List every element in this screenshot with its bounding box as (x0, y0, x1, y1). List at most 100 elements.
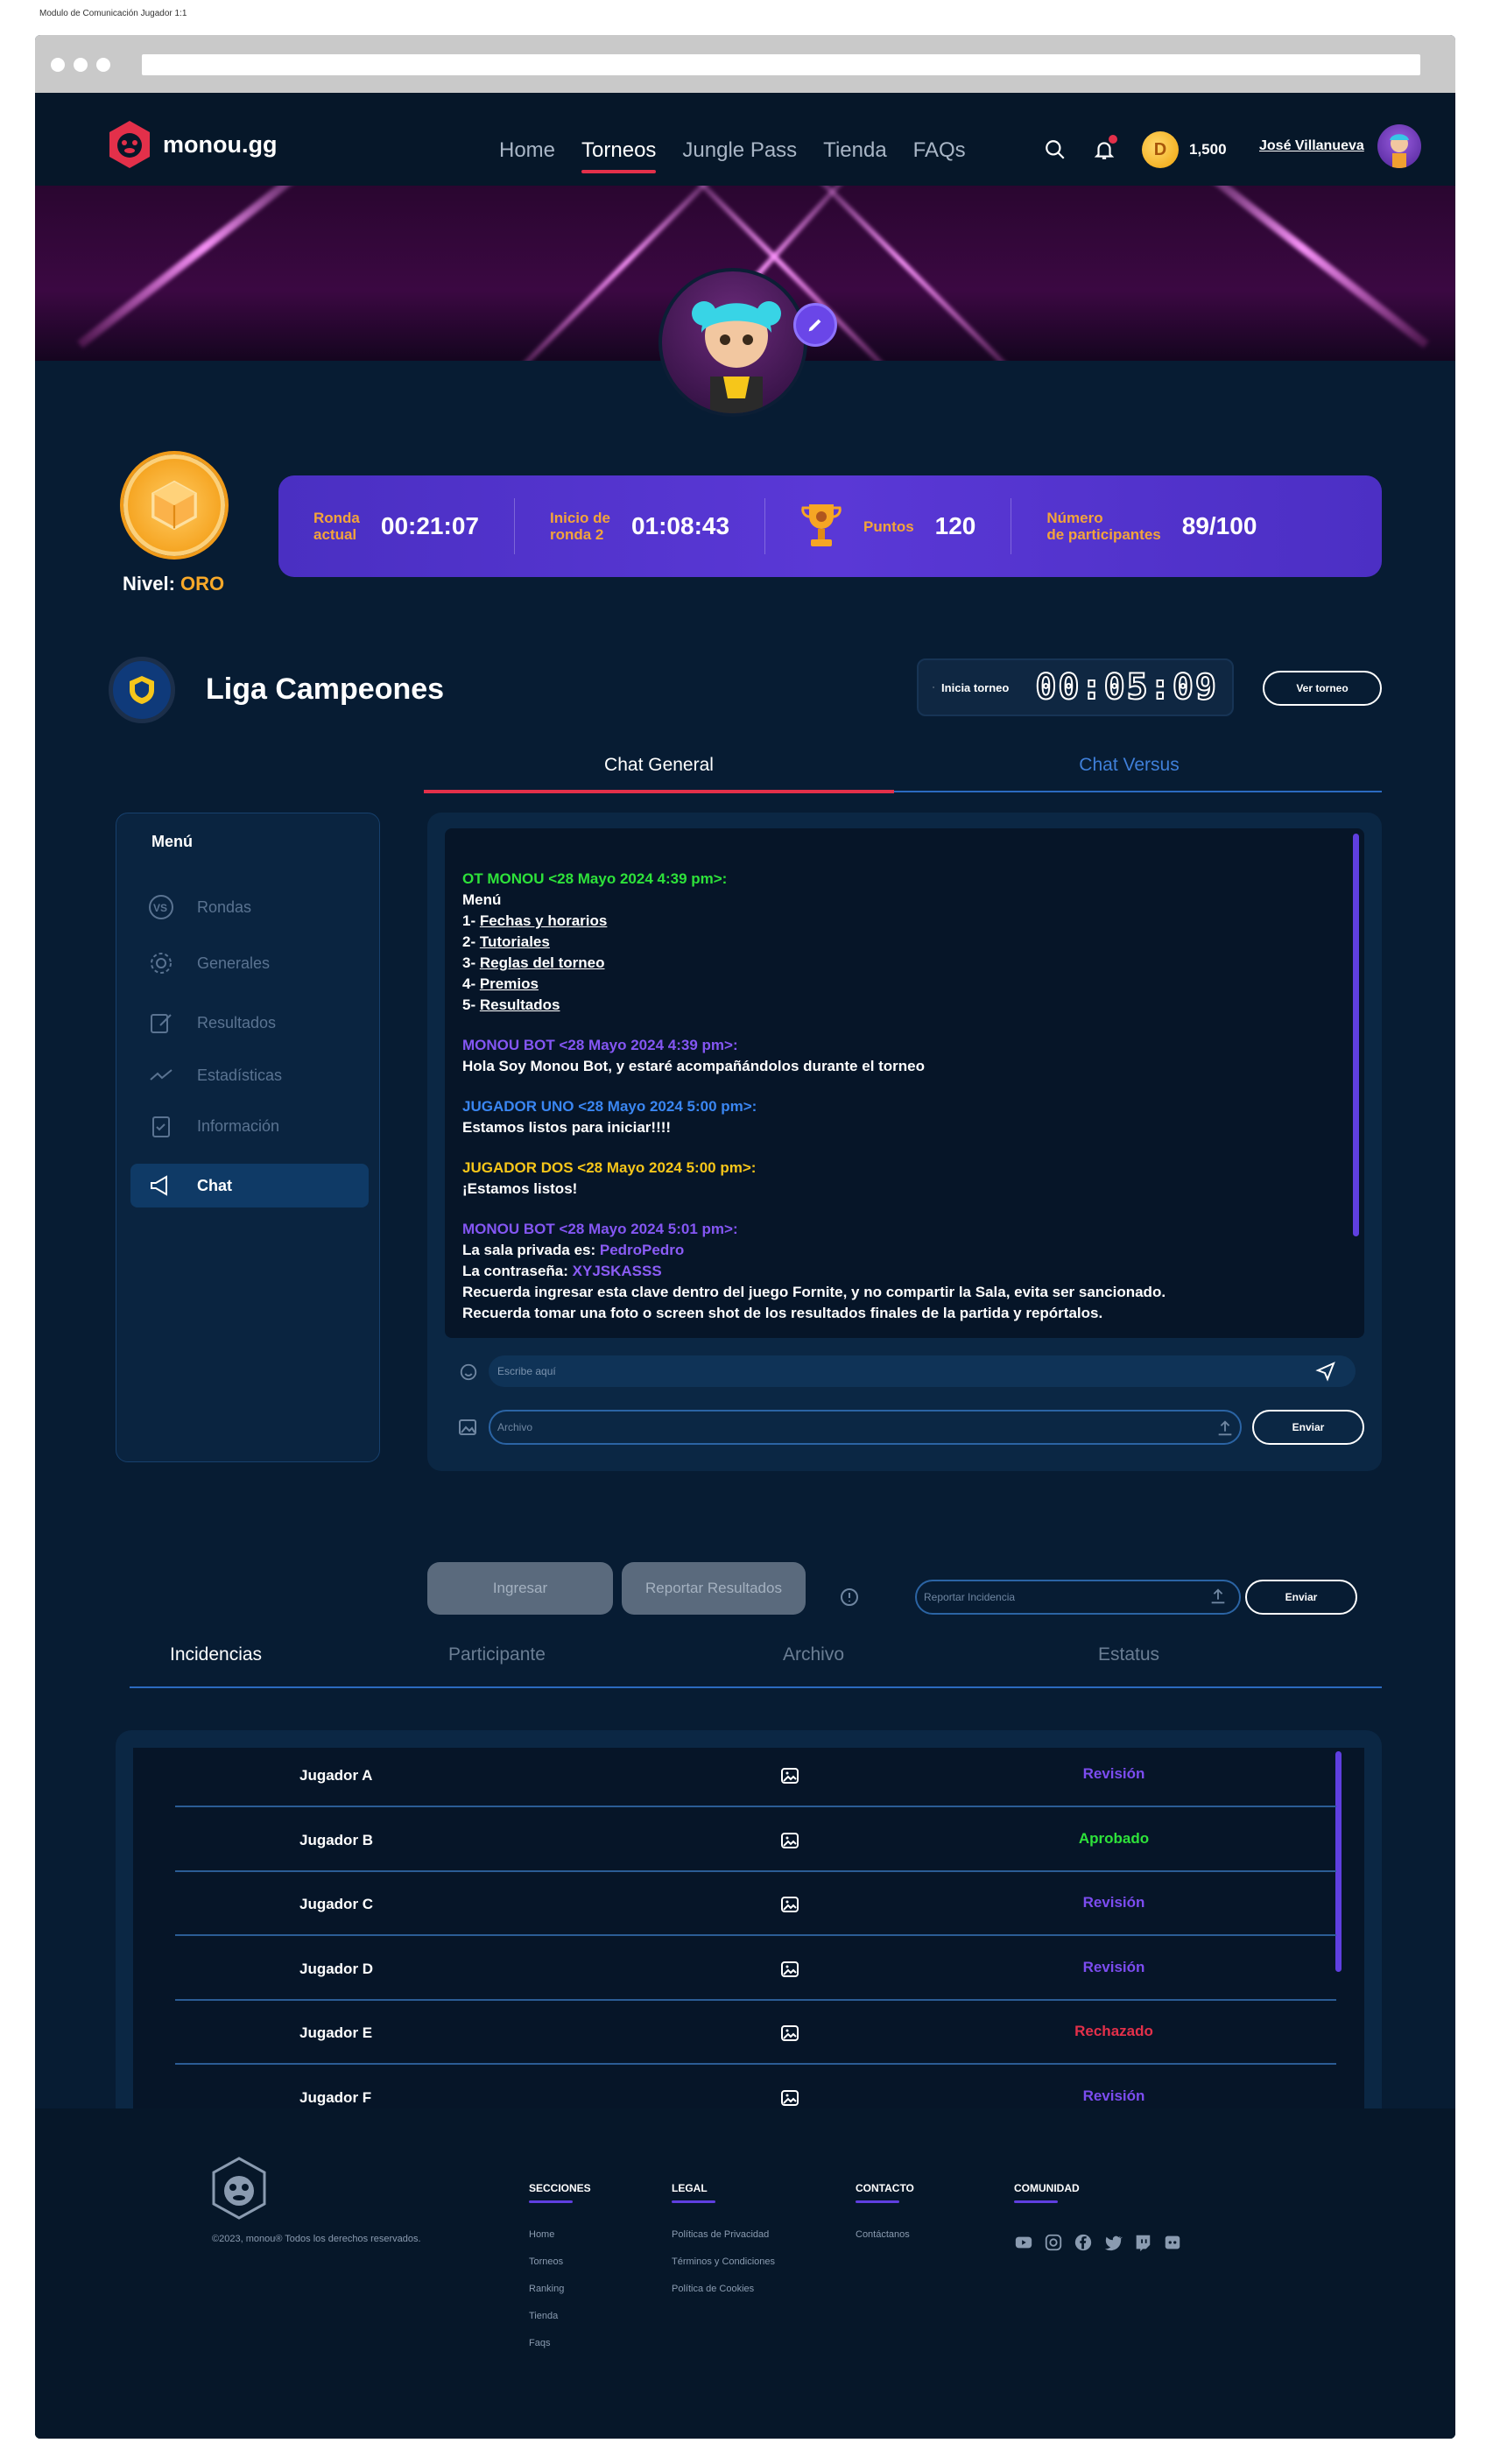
footer-link-home[interactable]: Home (529, 2229, 591, 2240)
user-name-link[interactable]: José Villanueva (1259, 138, 1364, 154)
chat-scrollbar[interactable] (1353, 834, 1359, 1236)
sidebar-item-rondas[interactable]: VS Rondas (130, 885, 369, 929)
menu-link-tutoriales[interactable]: Tutoriales (480, 933, 550, 950)
nav-jungle-pass[interactable]: Jungle Pass (682, 138, 797, 163)
enter-button[interactable]: Ingresar (427, 1562, 613, 1615)
profile-avatar (658, 268, 807, 417)
incidents-list[interactable]: Jugador A Revisión Jugador B Aprobado Jugado… (133, 1748, 1364, 2121)
brand-name: monou.gg (163, 130, 278, 158)
search-icon[interactable] (1044, 138, 1067, 161)
window-dot (74, 58, 88, 72)
table-row[interactable]: Jugador C Revisión (175, 1871, 1336, 1936)
send-icon[interactable] (1315, 1361, 1336, 1382)
sidebar-item-estadisticas[interactable]: Estadísticas (130, 1053, 369, 1097)
status-badge: Revisión (1082, 1765, 1145, 1782)
facebook-icon[interactable] (1074, 2233, 1093, 2252)
message-header: JUGADOR DOS <28 Mayo 2024 5:00 pm>: (462, 1159, 757, 1176)
footer-contact: CONTACTO Contáctanos (856, 2182, 914, 2256)
active-tab-indicator (424, 790, 894, 793)
nav-torneos[interactable]: Torneos (581, 138, 657, 173)
brand-logo[interactable]: monou.gg (107, 119, 277, 170)
participant-name: Jugador A (299, 1767, 373, 1784)
room-password: XYJSKASSS (572, 1263, 662, 1279)
footer-link-ranking[interactable]: Ranking (529, 2284, 591, 2294)
column-incidencias[interactable]: Incidencias (170, 1644, 262, 1665)
emoji-icon[interactable] (459, 1362, 478, 1382)
tournament-stats-bar: Ronda actual 00:21:07 Inicio de ronda 2 01… (278, 475, 1382, 577)
footer-community: COMUNIDAD (1014, 2182, 1182, 2252)
menu-link-fechas[interactable]: Fechas y horarios (480, 912, 608, 929)
view-tournament-button[interactable]: Ver torneo (1263, 671, 1382, 706)
image-file-icon[interactable] (779, 1959, 800, 1980)
stat-value: 120 (934, 512, 976, 539)
discord-icon[interactable] (1163, 2233, 1182, 2252)
top-header: monou.gg Home Torneos Jungle Pass Tienda… (35, 93, 1455, 186)
tab-chat-versus[interactable]: Chat Versus (894, 755, 1364, 776)
incidents-scrollbar[interactable] (1335, 1751, 1342, 1972)
url-bar[interactable] (142, 54, 1420, 75)
image-file-icon[interactable] (779, 2023, 800, 2044)
sidebar-item-resultados[interactable]: Resultados (130, 1001, 369, 1045)
upload-icon[interactable] (1208, 1587, 1228, 1606)
incident-input[interactable]: Reportar Incidencia (915, 1580, 1241, 1615)
message-input[interactable]: Escribe aquí (489, 1355, 1356, 1387)
edit-avatar-button[interactable] (793, 303, 837, 347)
send-incident-button[interactable]: Enviar (1245, 1580, 1357, 1615)
footer-link-cookies[interactable]: Política de Cookies (672, 2284, 775, 2294)
incidents-divider (130, 1686, 1382, 1688)
side-menu: Menú VS Rondas Generales Resultados Esta… (116, 813, 380, 1462)
column-estatus[interactable]: Estatus (1098, 1644, 1159, 1665)
message-text: Recuerda ingresar esta clave dentro del … (462, 1284, 1166, 1300)
send-file-button[interactable]: Enviar (1252, 1410, 1364, 1445)
clock-icon (933, 686, 934, 688)
sidebar-item-chat[interactable]: Chat (130, 1164, 369, 1207)
notifications-button[interactable] (1093, 135, 1117, 161)
sidebar-item-informacion[interactable]: Información (130, 1104, 369, 1148)
nav-tienda[interactable]: Tienda (823, 138, 887, 163)
footer-link-terms[interactable]: Términos y Condiciones (672, 2256, 775, 2267)
status-badge: Revisión (1082, 1959, 1145, 1975)
tab-chat-general[interactable]: Chat General (424, 755, 894, 776)
column-archivo[interactable]: Archivo (783, 1644, 844, 1665)
footer-link-torneos[interactable]: Torneos (529, 2256, 591, 2267)
sidebar-item-generales[interactable]: Generales (130, 941, 369, 985)
level-prefix: Nivel: (123, 573, 175, 595)
menu-link-premios[interactable]: Premios (480, 975, 539, 992)
browser-window: monou.gg Home Torneos Jungle Pass Tienda… (35, 35, 1455, 2439)
participant-name: Jugador B (299, 1832, 374, 1848)
upload-icon[interactable] (1215, 1419, 1235, 1438)
twitch-icon[interactable] (1133, 2233, 1152, 2252)
footer-link-faqs[interactable]: Faqs (529, 2338, 591, 2348)
column-participante[interactable]: Participante (448, 1644, 546, 1665)
nav-faqs[interactable]: FAQs (913, 138, 966, 163)
table-row[interactable]: Jugador E Rechazado (175, 2000, 1336, 2065)
versus-icon: VS (149, 895, 173, 919)
table-row[interactable]: Jugador A Revisión (175, 1748, 1336, 1807)
message-header: OT MONOU <28 Mayo 2024 4:39 pm>: (462, 870, 728, 887)
menu-link-reglas[interactable]: Reglas del torneo (480, 954, 605, 971)
table-row[interactable]: Jugador B Aprobado (175, 1807, 1336, 1872)
image-file-icon[interactable] (779, 1830, 800, 1851)
side-menu-title: Menú (151, 833, 193, 850)
footer-link-contact[interactable]: Contáctanos (856, 2229, 914, 2240)
chat-log[interactable]: OT MONOU <28 Mayo 2024 4:39 pm>: Menú 1-… (445, 828, 1364, 1338)
footer-link-tienda[interactable]: Tienda (529, 2311, 591, 2321)
chat-message: JUGADOR UNO <28 Mayo 2024 5:00 pm>: Esta… (462, 1096, 1349, 1138)
twitter-icon[interactable] (1103, 2233, 1123, 2252)
table-row[interactable]: Jugador D Revisión (175, 1936, 1336, 2001)
window-dot (51, 58, 65, 72)
svg-text:VS: VS (153, 902, 167, 914)
message-header: JUGADOR UNO <28 Mayo 2024 5:00 pm>: (462, 1098, 757, 1115)
menu-link-resultados[interactable]: Resultados (480, 996, 560, 1013)
file-input[interactable]: Archivo (489, 1410, 1242, 1445)
user-avatar[interactable] (1377, 124, 1421, 168)
image-file-icon[interactable] (779, 1894, 800, 1915)
nav-home[interactable]: Home (499, 138, 555, 163)
image-file-icon[interactable] (779, 2087, 800, 2108)
image-file-icon[interactable] (779, 1765, 800, 1786)
report-results-button[interactable]: Reportar Resultados (622, 1562, 806, 1615)
youtube-icon[interactable] (1014, 2233, 1033, 2252)
footer-link-privacy[interactable]: Políticas de Privacidad (672, 2229, 775, 2240)
instagram-icon[interactable] (1044, 2233, 1063, 2252)
image-icon[interactable] (457, 1417, 478, 1438)
